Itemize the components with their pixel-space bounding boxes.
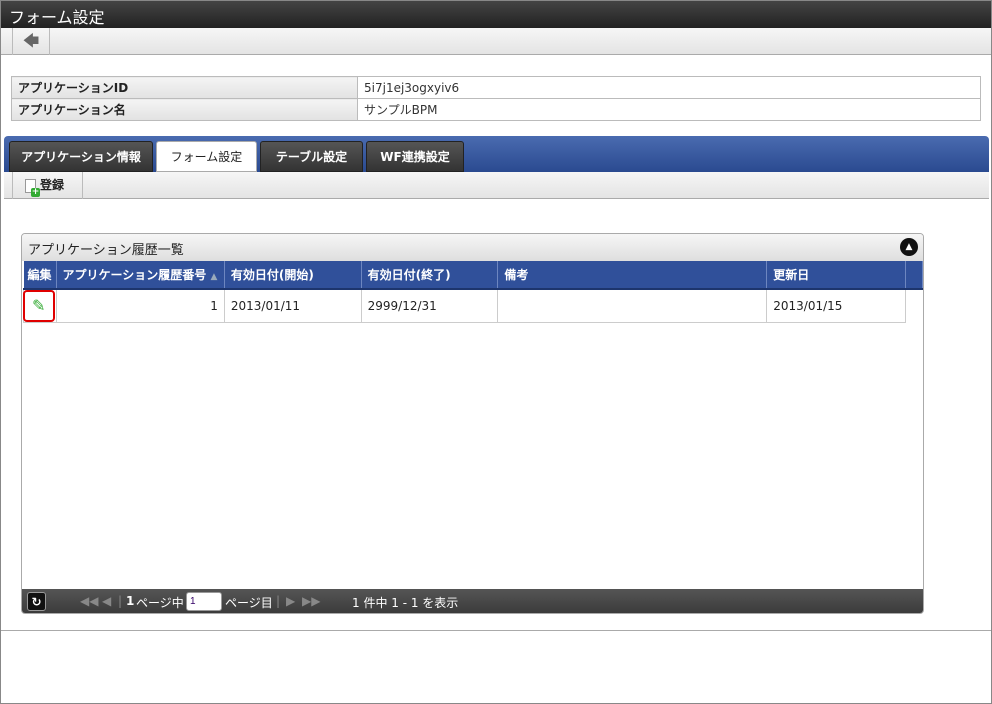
tab-form-settings[interactable]: フォーム設定 [156, 141, 257, 172]
page-suffix-label: ページ目 [225, 596, 273, 610]
history-panel: アプリケーション履歴一覧 ▲ 編集 アプリケーション履歴番号 ▲ 有効日付(開始… [21, 233, 924, 614]
toolbar: 🡄 [1, 28, 991, 55]
register-button[interactable]: 登録 [12, 172, 83, 199]
updated-cell: 2013/01/15 [766, 288, 906, 323]
pencil-icon[interactable]: ✎ [22, 290, 55, 322]
end-date-cell: 2999/12/31 [360, 288, 499, 323]
col-start-date[interactable]: 有効日付(開始) [224, 261, 362, 290]
tab-wf-settings[interactable]: WF連携設定 [366, 141, 464, 172]
tab-table-settings[interactable]: テーブル設定 [260, 141, 363, 172]
col-history-no[interactable]: アプリケーション履歴番号 ▲ [56, 261, 225, 290]
first-page-icon[interactable]: ◀◀ [80, 594, 98, 608]
collapse-icon[interactable]: ▲ [900, 238, 918, 256]
page-mid-label: ページ中 [136, 596, 184, 610]
col-updated[interactable]: 更新日 [766, 261, 906, 290]
start-date-cell: 2013/01/11 [223, 288, 362, 323]
record-summary: 1 件中 1 - 1 を表示 [352, 596, 459, 610]
table-row: ✎ 1 2013/01/11 2999/12/31 2013/01/15 [22, 288, 923, 323]
arrow-left-icon: 🡄 [22, 31, 40, 50]
app-id-value: 5i7j1ej3ogxyiv6 [357, 76, 981, 99]
page-input[interactable] [186, 592, 222, 611]
app-id-label: アプリケーションID [11, 76, 358, 99]
history-table: 編集 アプリケーション履歴番号 ▲ 有効日付(開始) 有効日付(終了) 備考 更… [22, 261, 923, 323]
refresh-icon[interactable]: ↻ [27, 592, 46, 611]
col-note[interactable]: 備考 [497, 261, 768, 290]
panel-header: アプリケーション履歴一覧 ▲ [22, 234, 923, 261]
prev-page-icon[interactable]: ◀ [102, 594, 111, 608]
divider [1, 630, 991, 631]
app-name-value: サンプルBPM [357, 98, 981, 121]
application-info-table: アプリケーションID 5i7j1ej3ogxyiv6 アプリケーション名 サンプルB… [11, 76, 981, 121]
note-cell [497, 288, 768, 323]
register-label: 登録 [40, 178, 65, 192]
pager: ↻ ◀◀ ◀ | 1 ページ中 ページ目 | ▶ ▶▶ 1 件中 1 - 1 を… [22, 589, 923, 613]
last-page-icon[interactable]: ▶▶ [302, 594, 320, 608]
window-title: フォーム設定 [1, 1, 991, 28]
app-name-label: アプリケーション名 [11, 98, 358, 121]
edit-cell: ✎ [22, 288, 57, 323]
next-page-icon[interactable]: ▶ [286, 594, 295, 608]
sub-toolbar: 登録 [4, 172, 989, 199]
scroll-header [905, 261, 923, 290]
back-button[interactable]: 🡄 [12, 28, 50, 55]
new-document-icon [25, 178, 40, 197]
tab-application-info[interactable]: アプリケーション情報 [9, 141, 153, 172]
col-history-no-label: アプリケーション履歴番号 [62, 268, 207, 282]
page-current: 1 [126, 594, 135, 608]
tab-bar: アプリケーション情報 フォーム設定 テーブル設定 WF連携設定 [4, 136, 989, 172]
sort-icon[interactable]: ▲ [210, 272, 217, 282]
panel-title: アプリケーション履歴一覧 [28, 243, 184, 258]
history-no-cell: 1 [55, 288, 225, 323]
col-edit: 編集 [23, 261, 57, 290]
col-end-date[interactable]: 有効日付(終了) [361, 261, 499, 290]
